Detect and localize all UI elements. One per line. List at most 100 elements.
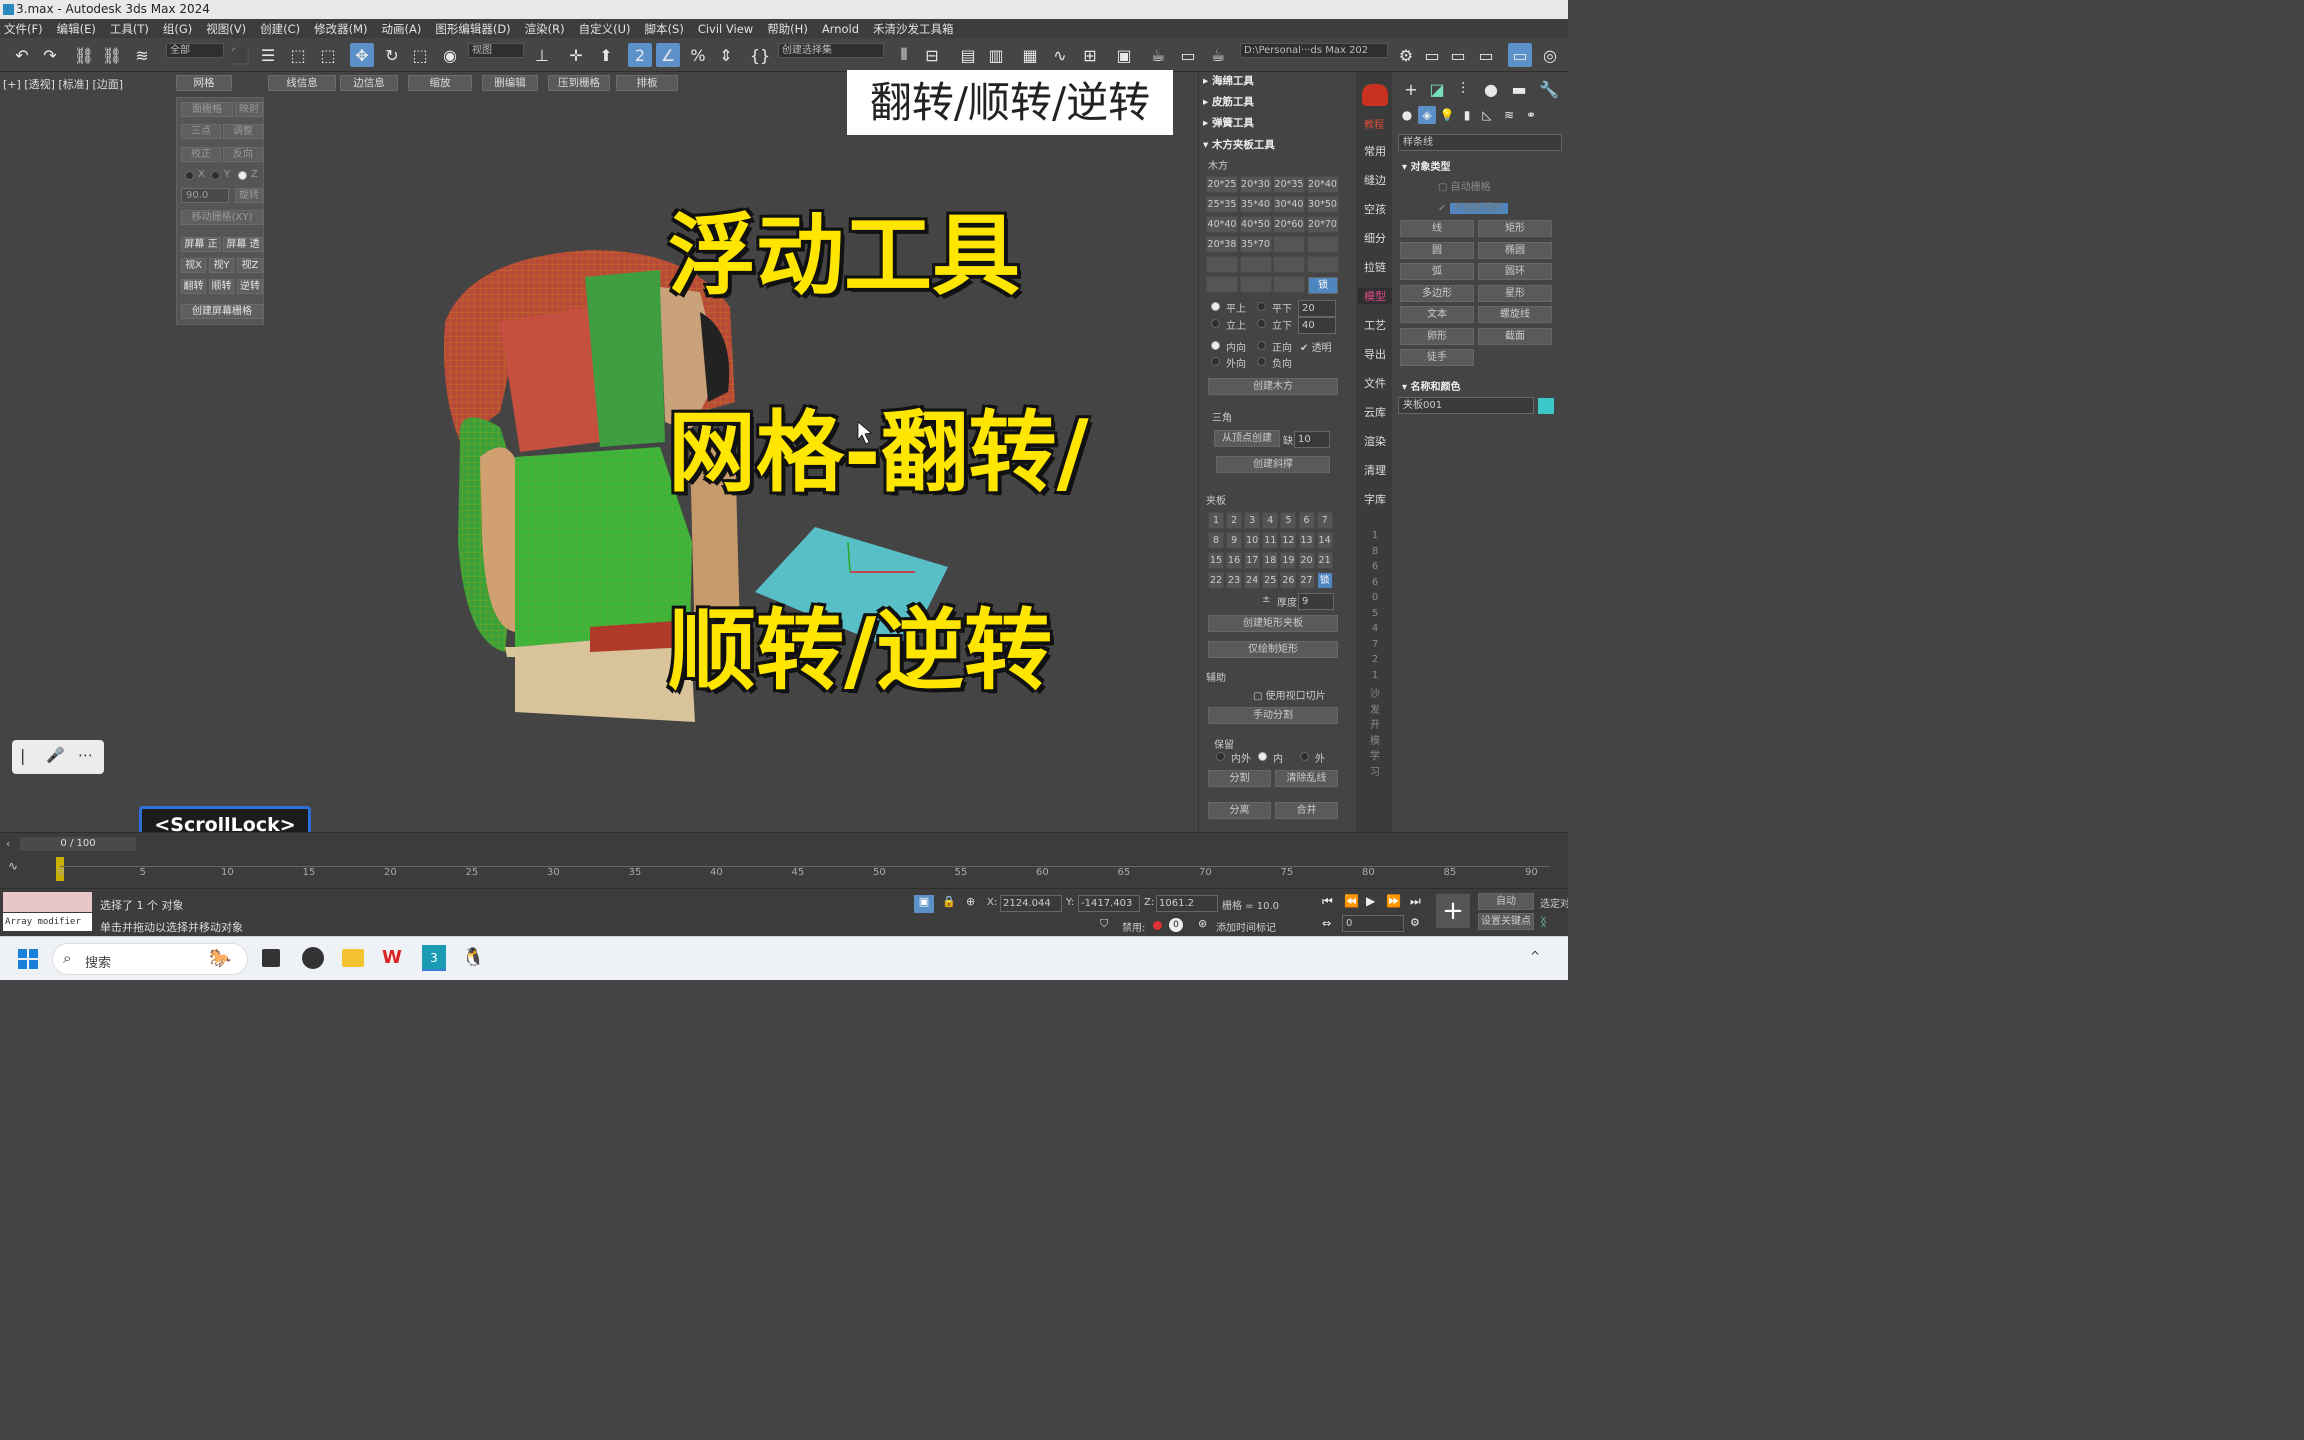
windows-start-icon[interactable] — [18, 949, 38, 969]
clamp-lock-button[interactable]: 锁 — [1316, 572, 1333, 589]
key-mode-icon[interactable]: ⇔ — [1322, 917, 1331, 930]
time-config-icon[interactable]: ⚙ — [1410, 916, 1420, 929]
keep-in-radio[interactable] — [1258, 752, 1267, 761]
wood-size-cell[interactable]: 20*70 — [1306, 216, 1339, 233]
viewport-label[interactable]: [+] [透视] [标准] [边面] — [3, 76, 123, 92]
axis-x-radio[interactable] — [185, 171, 194, 180]
set-key-big-icon[interactable]: + — [1436, 894, 1470, 928]
menu-group[interactable]: 组(G) — [163, 21, 192, 37]
ref-coord-dropdown[interactable]: 视图 — [468, 43, 524, 58]
category-dropdown[interactable]: 样条线 — [1398, 134, 1562, 151]
ribbon-edge-info[interactable]: 边信息 — [340, 75, 398, 91]
menu-arnold[interactable]: Arnold — [822, 22, 859, 36]
gap-spinner[interactable]: 10 — [1294, 431, 1330, 448]
wood-size-cell-empty[interactable] — [1239, 276, 1272, 293]
plugin-icon-5[interactable]: ▭ — [1508, 43, 1532, 67]
wood-size-cell-empty[interactable] — [1206, 256, 1238, 273]
flat-top-radio[interactable] — [1211, 302, 1220, 311]
clamp-number-button[interactable]: 2 — [1226, 512, 1243, 529]
clamp-number-button[interactable]: 17 — [1244, 552, 1261, 569]
side-tab[interactable]: 细分 — [1358, 230, 1392, 246]
goto-start-icon[interactable]: ⏮ — [1322, 894, 1333, 909]
shape-type-button[interactable]: 卵形 — [1400, 327, 1474, 345]
scene-explorer-icon[interactable]: ▦ — [1018, 43, 1042, 67]
stand-value-spinner[interactable]: 40 — [1298, 317, 1336, 334]
tray-chevron-icon[interactable]: ^ — [1530, 949, 1540, 963]
start-new-shape-checkbox[interactable]: ✔ 开始新图形 — [1438, 199, 1508, 214]
wood-size-cell[interactable]: 40*40 — [1206, 216, 1238, 233]
wood-size-cell[interactable]: 20*40 — [1306, 176, 1339, 193]
object-type-header[interactable]: ▾ 对象类型 — [1402, 158, 1451, 173]
menu-create[interactable]: 创建(C) — [260, 21, 300, 37]
current-frame-field[interactable]: 0 — [1342, 915, 1404, 932]
display-tab-icon[interactable]: ▬ — [1508, 78, 1530, 100]
selection-filter-dropdown[interactable]: 全部 — [166, 43, 224, 58]
motion-tab-icon[interactable]: ● — [1480, 78, 1502, 100]
timeline-track[interactable] — [60, 855, 1550, 867]
name-color-header[interactable]: ▾ 名称和颜色 — [1402, 378, 1461, 393]
flat-bottom-radio[interactable] — [1257, 302, 1266, 311]
create-rect-clamp-button[interactable]: 创建矩形夹板 — [1208, 615, 1338, 632]
from-vertex-button[interactable]: 从顶点创建 — [1214, 430, 1280, 447]
clamp-number-button[interactable]: 1 — [1208, 512, 1224, 529]
menu-modifiers[interactable]: 修改器(M) — [314, 21, 367, 37]
side-tab[interactable]: 工艺 — [1358, 317, 1392, 333]
keep-out-radio[interactable] — [1300, 752, 1309, 761]
create-screen-grid-button[interactable]: 创建屏幕栅格 — [181, 304, 263, 319]
taskbar-search-box[interactable]: ⌕ 搜索 🐎 — [52, 943, 248, 975]
plugin-icon-4[interactable]: ▭ — [1474, 43, 1498, 67]
split-button[interactable]: 分割 — [1208, 770, 1271, 787]
clear-lines-button[interactable]: 清除乱线 — [1275, 770, 1338, 787]
axis-y-radio[interactable] — [211, 171, 220, 180]
side-tab[interactable]: 清理 — [1358, 462, 1392, 478]
undo-icon[interactable]: ↶ — [10, 43, 34, 67]
ribbon-layout-board[interactable]: 排板 — [616, 75, 678, 91]
lights-icon[interactable]: 💡 — [1438, 106, 1456, 124]
helpers-icon[interactable]: ◺ — [1478, 106, 1496, 124]
menu-sofa-toolbox[interactable]: 禾清沙发工具箱 — [873, 21, 954, 37]
adjust-button[interactable]: 调整 — [223, 124, 263, 139]
draw-rect-button[interactable]: 仅绘制矩形 — [1208, 641, 1338, 658]
maxscript-listener[interactable] — [3, 892, 92, 912]
plugin-icon-1[interactable]: ⚙ — [1394, 43, 1418, 67]
clamp-number-button[interactable]: 19 — [1280, 552, 1297, 569]
clamp-number-button[interactable]: 4 — [1262, 512, 1279, 529]
menu-civil-view[interactable]: Civil View — [698, 22, 753, 36]
axis-z-radio[interactable] — [238, 171, 247, 180]
link-icon[interactable]: ⛓ — [72, 43, 96, 67]
ribbon-scale[interactable]: 缩放 — [408, 75, 472, 91]
utilities-tab-icon[interactable]: 🔧 — [1538, 78, 1560, 100]
side-tab[interactable]: 云库 — [1358, 404, 1392, 420]
schematic-view-icon[interactable]: ⊞ — [1078, 43, 1102, 67]
manipulate-icon[interactable]: ✛ — [564, 43, 588, 67]
shape-type-button[interactable]: 矩形 — [1478, 220, 1552, 237]
side-tab[interactable]: 缝边 — [1358, 172, 1392, 188]
clamp-number-button[interactable]: 24 — [1244, 572, 1261, 589]
clamp-number-button[interactable]: 22 — [1208, 572, 1224, 589]
cameras-icon[interactable]: ▮ — [1458, 106, 1476, 124]
object-color-swatch[interactable] — [1538, 398, 1554, 414]
face-grid-button[interactable]: 面栅格 — [181, 102, 233, 117]
wood-size-cell[interactable]: 20*25 — [1206, 176, 1238, 193]
rollout-spring[interactable]: ▸ 弹簧工具 — [1203, 115, 1254, 130]
systems-icon[interactable]: ⚭ — [1522, 106, 1540, 124]
side-tab[interactable]: 渲染 — [1358, 433, 1392, 449]
create-tab-icon[interactable]: + — [1400, 78, 1422, 100]
menu-customize[interactable]: 自定义(U) — [579, 21, 631, 37]
wood-lock-button[interactable]: 锁 — [1308, 277, 1338, 294]
side-tab[interactable]: 文件 — [1358, 375, 1392, 391]
wood-size-cell[interactable]: 35*40 — [1239, 196, 1272, 213]
shape-type-button[interactable]: 徒手 — [1400, 349, 1474, 366]
3dsmax-taskbar-icon[interactable]: 3 — [422, 945, 446, 971]
side-tab[interactable]: 拉链 — [1358, 259, 1392, 275]
menu-tools[interactable]: 工具(T) — [110, 21, 149, 37]
named-selection-dropdown[interactable]: 创建选择集 — [778, 43, 884, 58]
obs-icon[interactable] — [302, 947, 324, 969]
render-setup-icon[interactable]: ☕ — [1146, 43, 1170, 67]
clamp-number-button[interactable]: 10 — [1244, 532, 1261, 549]
hierarchy-tab-icon[interactable]: ⫶ — [1452, 78, 1474, 100]
move-grid-xy-button[interactable]: 移动栅格(XY) — [181, 210, 263, 225]
wood-size-cell[interactable]: 40*50 — [1239, 216, 1272, 233]
clamp-number-button[interactable]: 5 — [1280, 512, 1297, 529]
wood-size-cell[interactable]: 20*60 — [1273, 216, 1305, 233]
